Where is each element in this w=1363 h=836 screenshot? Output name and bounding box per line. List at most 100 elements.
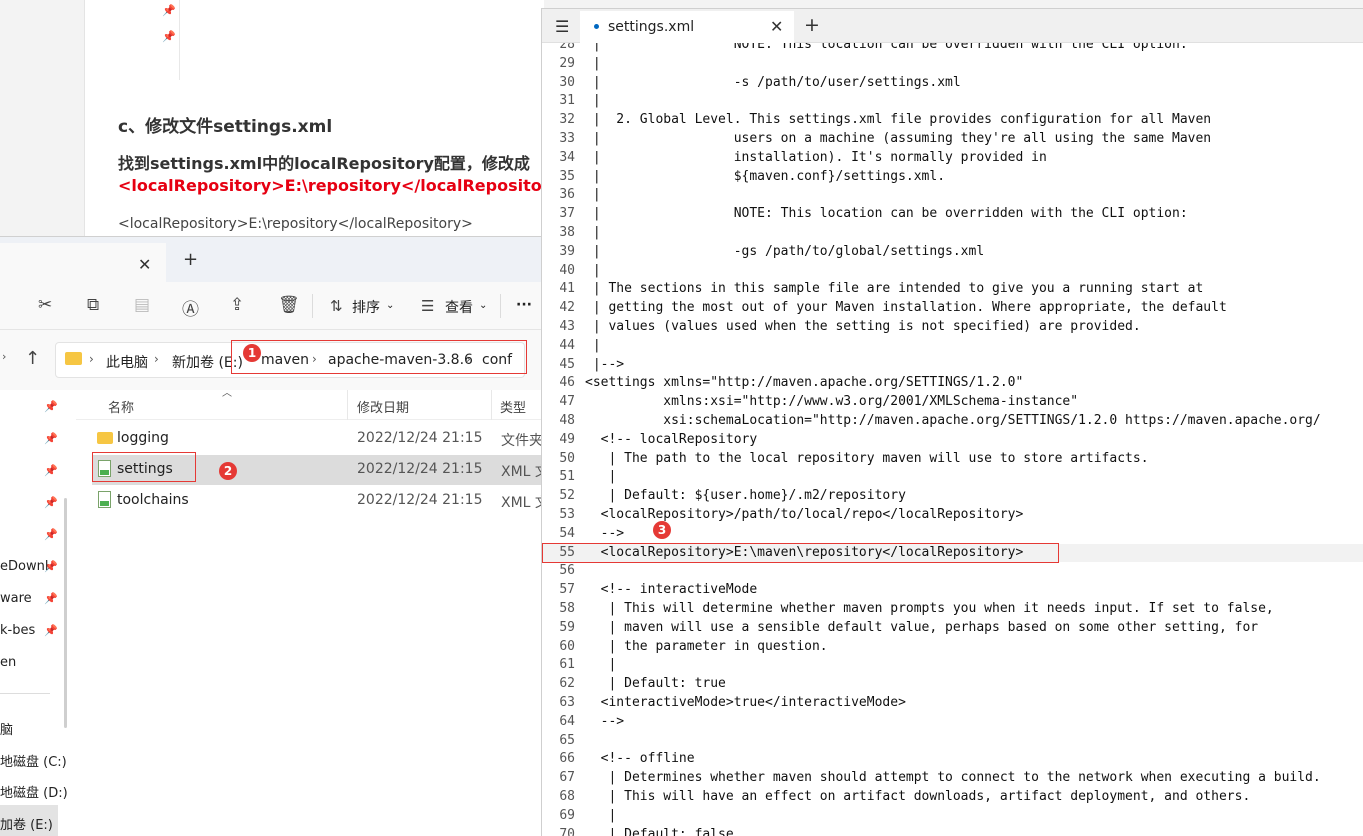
code-line[interactable]: 67 | Determines whether maven should att…: [542, 769, 1363, 788]
code-line[interactable]: 43 | values (values used when the settin…: [542, 318, 1363, 337]
code-line[interactable]: 69 |: [542, 807, 1363, 826]
code-line[interactable]: 60 | the parameter in question.: [542, 638, 1363, 657]
line-text[interactable]: | The path to the local repository maven…: [585, 450, 1148, 469]
line-text[interactable]: xsi:schemaLocation="http://maven.apache.…: [585, 412, 1320, 431]
line-text[interactable]: | This will have an effect on artifact d…: [585, 788, 1250, 807]
nav-item-drive-d[interactable]: 地磁盘 (D:): [0, 782, 68, 801]
chevron-down-icon[interactable]: ⌄: [479, 300, 487, 311]
chevron-right-icon[interactable]: ›: [154, 352, 159, 366]
code-line[interactable]: 30 | -s /path/to/user/settings.xml: [542, 74, 1363, 93]
nav-item-this-pc[interactable]: 脑: [0, 719, 13, 738]
line-text[interactable]: | maven will use a sensible default valu…: [585, 619, 1258, 638]
nav-item-drive-c[interactable]: 地磁盘 (C:): [0, 751, 67, 770]
line-text[interactable]: | getting the most out of your Maven ins…: [585, 299, 1227, 318]
nav-item-maven[interactable]: en: [0, 655, 16, 670]
code-line[interactable]: 38 |: [542, 224, 1363, 243]
editor-tab-settings[interactable]: settings.xml ✕: [580, 11, 794, 43]
chevron-right-icon[interactable]: ›: [89, 352, 94, 366]
code-line[interactable]: 47 xmlns:xsi="http://www.w3.org/2001/XML…: [542, 393, 1363, 412]
code-line[interactable]: 36 |: [542, 186, 1363, 205]
delete-icon[interactable]: 🗑: [278, 295, 300, 315]
line-text[interactable]: |: [585, 807, 616, 826]
code-area[interactable]: 28 | NOTE: This location can be overridd…: [542, 43, 1363, 836]
code-line[interactable]: 52 | Default: ${user.home}/.m2/repositor…: [542, 487, 1363, 506]
line-text[interactable]: | users on a machine (assuming they're a…: [585, 130, 1211, 149]
chevron-left-icon[interactable]: ›: [2, 350, 6, 363]
new-tab-button[interactable]: +: [804, 14, 820, 36]
line-text[interactable]: | Determines whether maven should attemp…: [585, 769, 1320, 788]
code-line[interactable]: 70 | Default: false: [542, 826, 1363, 836]
address-bar[interactable]: › 此电脑 › 新加卷 (E:) maven › apache-maven-3.…: [55, 340, 527, 378]
code-line[interactable]: 29 |: [542, 55, 1363, 74]
code-line[interactable]: 61 |: [542, 656, 1363, 675]
code-line[interactable]: 40 |: [542, 262, 1363, 281]
code-line[interactable]: 42 | getting the most out of your Maven …: [542, 299, 1363, 318]
file-row-logging[interactable]: logging 2022/12/24 21:15 文件夹: [92, 424, 544, 454]
rename-icon[interactable]: Ⓐ: [182, 295, 199, 320]
line-text[interactable]: <localRepository>/path/to/local/repo</lo…: [585, 506, 1024, 525]
column-date[interactable]: 修改日期: [357, 397, 409, 416]
line-text[interactable]: <!-- localRepository: [585, 431, 758, 450]
code-line[interactable]: 48 xsi:schemaLocation="http://maven.apac…: [542, 412, 1363, 431]
line-text[interactable]: | values (values used when the setting i…: [585, 318, 1141, 337]
code-line[interactable]: 64 -->: [542, 713, 1363, 732]
code-line[interactable]: 58 | This will determine whether maven p…: [542, 600, 1363, 619]
code-line[interactable]: 56: [542, 562, 1363, 581]
line-text[interactable]: | Default: true: [585, 675, 725, 694]
line-text[interactable]: <settings xmlns="http://maven.apache.org…: [585, 374, 1023, 393]
line-text[interactable]: |: [585, 92, 601, 111]
line-text[interactable]: | NOTE: This location can be overridden …: [585, 205, 1188, 224]
code-line[interactable]: 59 | maven will use a sensible default v…: [542, 619, 1363, 638]
column-divider[interactable]: [347, 390, 348, 420]
chevron-down-icon[interactable]: ⌄: [386, 300, 394, 311]
line-text[interactable]: |: [585, 468, 616, 487]
code-line[interactable]: 51 |: [542, 468, 1363, 487]
line-text[interactable]: | -gs /path/to/global/settings.xml: [585, 243, 984, 262]
code-line[interactable]: 34 | installation). It's normally provid…: [542, 149, 1363, 168]
nav-item-backend[interactable]: k-bes: [0, 623, 35, 638]
code-line[interactable]: 28 | NOTE: This location can be overridd…: [542, 43, 1363, 55]
close-tab-icon[interactable]: ✕: [770, 17, 783, 36]
code-line[interactable]: 32 | 2. Global Level. This settings.xml …: [542, 111, 1363, 130]
share-icon[interactable]: ⇪: [230, 295, 244, 315]
file-name[interactable]: logging: [117, 430, 169, 446]
column-name[interactable]: 名称: [108, 397, 134, 416]
code-line[interactable]: 31 |: [542, 92, 1363, 111]
nav-scrollbar[interactable]: [64, 498, 67, 728]
code-line[interactable]: 46 <settings xmlns="http://maven.apache.o…: [542, 374, 1363, 393]
file-row-toolchains[interactable]: toolchains 2022/12/24 21:15 XML 文: [92, 486, 544, 516]
code-line[interactable]: 50 | The path to the local repository ma…: [542, 450, 1363, 469]
hamburger-menu-icon[interactable]: ☰: [555, 17, 569, 36]
line-text[interactable]: |: [585, 186, 601, 205]
line-text[interactable]: | 2. Global Level. This settings.xml fil…: [585, 111, 1211, 130]
paste-icon[interactable]: ▤: [134, 295, 150, 315]
sort-button[interactable]: 排序: [352, 297, 380, 317]
line-text[interactable]: <!-- interactiveMode: [585, 581, 758, 600]
line-text[interactable]: |: [585, 656, 616, 675]
cut-icon[interactable]: ✂: [38, 295, 52, 315]
nav-item-drive-e[interactable]: 加卷 (E:): [0, 814, 53, 833]
view-button[interactable]: 查看: [445, 297, 473, 317]
line-text[interactable]: -->: [585, 713, 625, 732]
code-line[interactable]: 33 | users on a machine (assuming they'r…: [542, 130, 1363, 149]
column-type[interactable]: 类型: [500, 397, 526, 416]
copy-icon[interactable]: ⧉: [87, 295, 99, 315]
line-text[interactable]: | Default: false: [585, 826, 733, 836]
line-text[interactable]: | The sections in this sample file are i…: [585, 280, 1204, 299]
code-line[interactable]: 37 | NOTE: This location can be overridd…: [542, 205, 1363, 224]
line-text[interactable]: |: [585, 55, 601, 74]
up-arrow-icon[interactable]: ↑: [25, 348, 40, 369]
nav-item-software[interactable]: ware: [0, 591, 32, 606]
explorer-tab[interactable]: ✕: [0, 243, 166, 282]
line-text[interactable]: xmlns:xsi="http://www.w3.org/2001/XMLSch…: [585, 393, 1078, 412]
sort-icon[interactable]: ⇅: [330, 297, 343, 315]
code-line[interactable]: 45 |-->: [542, 356, 1363, 375]
line-text[interactable]: |: [585, 262, 601, 281]
line-text[interactable]: | -s /path/to/user/settings.xml: [585, 74, 961, 93]
code-line[interactable]: 57 <!-- interactiveMode: [542, 581, 1363, 600]
file-name[interactable]: toolchains: [117, 492, 189, 508]
line-text[interactable]: | This will determine whether maven prom…: [585, 600, 1273, 619]
code-line[interactable]: 68 | This will have an effect on artifac…: [542, 788, 1363, 807]
more-options-button[interactable]: ···: [516, 297, 532, 313]
code-line[interactable]: 65: [542, 732, 1363, 751]
